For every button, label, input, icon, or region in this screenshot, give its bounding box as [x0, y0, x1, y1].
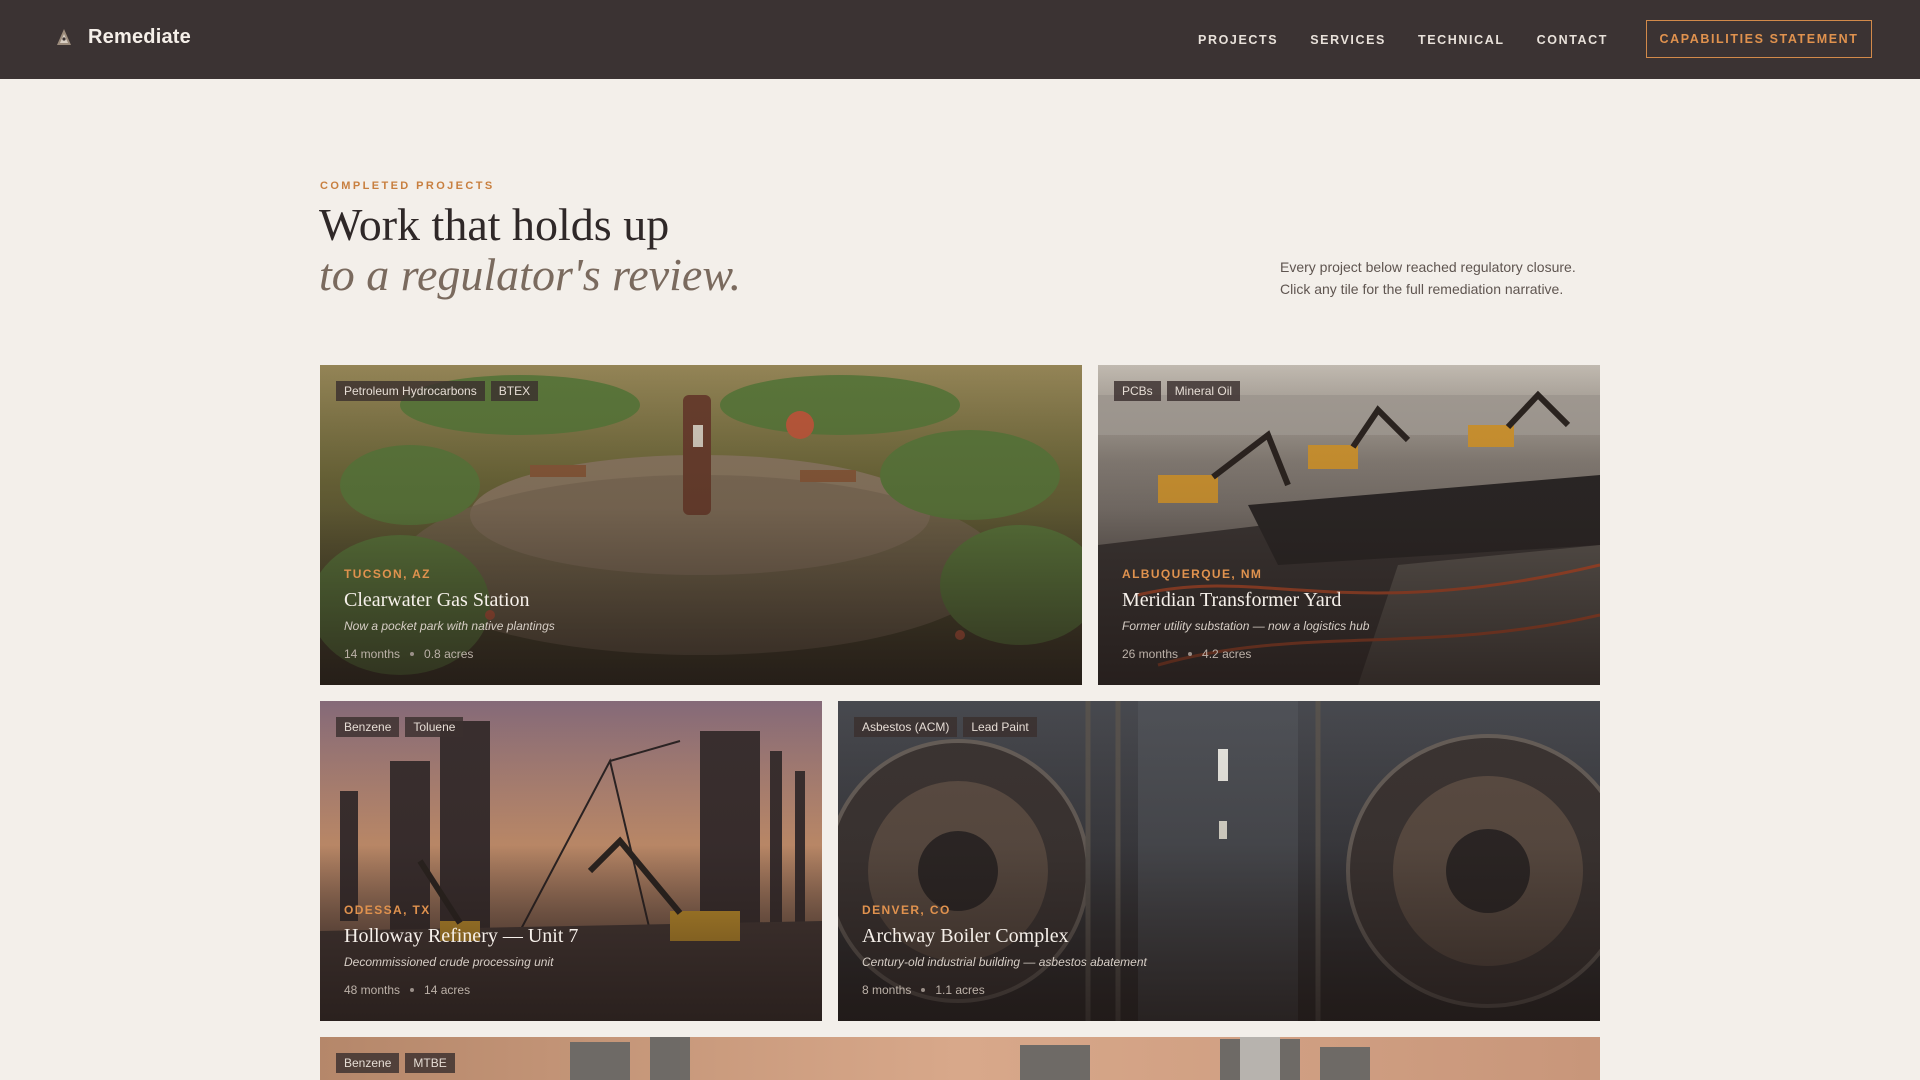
- project-subtitle: Former utility substation — now a logist…: [1122, 619, 1370, 633]
- contaminant-tags: PCBs Mineral Oil: [1114, 381, 1241, 401]
- brand[interactable]: Remediate: [54, 26, 191, 49]
- project-title: Holloway Refinery — Unit 7: [344, 925, 579, 947]
- separator-dot: [410, 652, 415, 656]
- tag: Petroleum Hydrocarbons: [336, 381, 485, 401]
- separator-dot: [921, 988, 926, 992]
- tag: Toluene: [405, 717, 464, 737]
- intro-text: Every project below reached regulatory c…: [1280, 256, 1620, 300]
- tag: MTBE: [405, 1053, 455, 1073]
- section-eyebrow: COMPLETED PROJECTS: [320, 180, 495, 192]
- project-duration: 48 months: [344, 983, 401, 997]
- project-stats: 26 months 4.2 acres: [1122, 647, 1576, 661]
- tag: Asbestos (ACM): [854, 717, 958, 737]
- page-title: Work that holds up to a regulator's revi…: [319, 200, 741, 300]
- project-title: Clearwater Gas Station: [344, 589, 530, 611]
- project-subtitle: Decommissioned crude processing unit: [344, 955, 554, 969]
- nav-link-services[interactable]: SERVICES: [1310, 33, 1386, 47]
- project-area: 14 acres: [424, 983, 471, 997]
- page-title-line-2: to a regulator's review.: [319, 249, 742, 300]
- nav-link-contact[interactable]: CONTACT: [1537, 33, 1608, 47]
- project-location: TUCSON, AZ: [344, 567, 431, 581]
- project-tile-partial[interactable]: Benzene MTBE: [320, 1037, 1600, 1080]
- project-title: Archway Boiler Complex: [862, 925, 1069, 947]
- tag: BTEX: [490, 381, 539, 401]
- project-stats: 8 months 1.1 acres: [862, 983, 1576, 997]
- tag: Lead Paint: [963, 717, 1037, 737]
- tile-caption: DENVER, CO Archway Boiler Complex Centur…: [862, 903, 1576, 997]
- project-duration: 26 months: [1122, 647, 1179, 661]
- project-location: DENVER, CO: [862, 903, 951, 917]
- top-nav: Remediate PROJECTS SERVICES TECHNICAL CO…: [0, 0, 1920, 79]
- project-area: 1.1 acres: [935, 983, 985, 997]
- contaminant-tags: Asbestos (ACM) Lead Paint: [854, 717, 1037, 737]
- project-tile-holloway[interactable]: Benzene Toluene ODESSA, TX Holloway Refi…: [320, 701, 822, 1021]
- project-tile-clearwater[interactable]: Petroleum Hydrocarbons BTEX TUCSON, AZ C…: [320, 365, 1082, 685]
- intro-line-1: Every project below reached regulatory c…: [1280, 259, 1576, 275]
- capabilities-statement-button[interactable]: CAPABILITIES STATEMENT: [1646, 20, 1872, 58]
- tile-caption: ALBUQUERQUE, NM Meridian Transformer Yar…: [1122, 567, 1576, 661]
- project-tile-archway[interactable]: Asbestos (ACM) Lead Paint DENVER, CO Arc…: [838, 701, 1600, 1021]
- brand-name: Remediate: [88, 26, 191, 48]
- project-location: ALBUQUERQUE, NM: [1122, 567, 1263, 581]
- separator-dot: [410, 988, 415, 992]
- contaminant-tags: Benzene Toluene: [336, 717, 464, 737]
- nav-link-projects[interactable]: PROJECTS: [1198, 33, 1278, 47]
- project-stats: 14 months 0.8 acres: [344, 647, 1058, 661]
- project-subtitle: Century-old industrial building — asbest…: [862, 955, 1147, 969]
- tag: PCBs: [1114, 381, 1161, 401]
- project-duration: 8 months: [862, 983, 912, 997]
- tag: Mineral Oil: [1166, 381, 1241, 401]
- project-tile-meridian[interactable]: PCBs Mineral Oil ALBUQUERQUE, NM Meridia…: [1098, 365, 1600, 685]
- project-area: 4.2 acres: [1202, 647, 1252, 661]
- project-duration: 14 months: [344, 647, 401, 661]
- project-photo-desert-treatment-units: [320, 1037, 1600, 1080]
- tag: Benzene: [336, 717, 400, 737]
- tag: Benzene: [336, 1053, 400, 1073]
- project-location: ODESSA, TX: [344, 903, 431, 917]
- contaminant-tags: Petroleum Hydrocarbons BTEX: [336, 381, 539, 401]
- project-title: Meridian Transformer Yard: [1122, 589, 1342, 611]
- page-title-line-1: Work that holds up: [319, 199, 670, 250]
- tile-caption: ODESSA, TX Holloway Refinery — Unit 7 De…: [344, 903, 798, 997]
- project-stats: 48 months 14 acres: [344, 983, 798, 997]
- brand-logo-icon: [57, 28, 71, 45]
- contaminant-tags: Benzene MTBE: [336, 1053, 455, 1073]
- project-area: 0.8 acres: [424, 647, 474, 661]
- project-subtitle: Now a pocket park with native plantings: [344, 619, 555, 633]
- nav-link-technical[interactable]: TECHNICAL: [1418, 33, 1505, 47]
- intro-line-2: Click any tile for the full remediation …: [1280, 281, 1564, 297]
- tile-caption: TUCSON, AZ Clearwater Gas Station Now a …: [344, 567, 1058, 661]
- separator-dot: [1188, 652, 1193, 656]
- primary-nav: PROJECTS SERVICES TECHNICAL CONTACT: [1198, 0, 1608, 79]
